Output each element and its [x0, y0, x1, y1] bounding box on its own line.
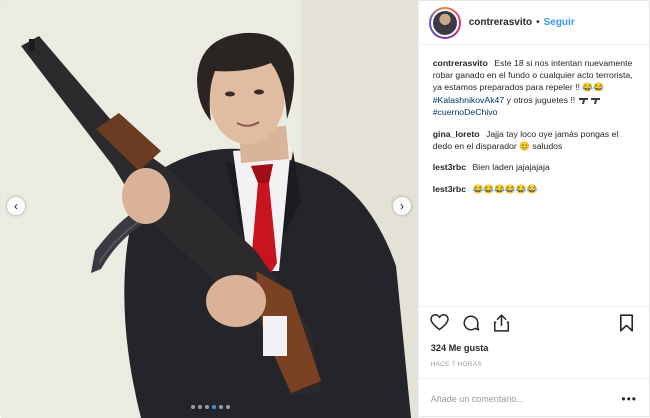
- comment-item: gina_loreto Jajja tay loco oye jamás pon…: [433, 128, 637, 152]
- hashtag-link[interactable]: #KalashnikovAk47: [433, 95, 504, 105]
- post-timestamp[interactable]: HACE 7 HORAS: [419, 353, 649, 368]
- carousel-dot: [218, 405, 223, 409]
- caption-text: y otros juguetes !!: [504, 94, 578, 105]
- header-username[interactable]: contrerasvito: [469, 17, 532, 28]
- hashtag-link[interactable]: #cuernoDeChivo: [433, 107, 498, 117]
- pistol-emoji-icon: [578, 97, 600, 104]
- share-button[interactable]: [491, 312, 513, 334]
- comment-username[interactable]: lest3rbc: [433, 162, 466, 172]
- next-photo-button[interactable]: ›: [393, 197, 411, 215]
- like-button[interactable]: [429, 312, 451, 334]
- carousel-dot: [190, 405, 195, 409]
- caption-username[interactable]: contrerasvito: [433, 58, 488, 68]
- heart-icon: [430, 314, 449, 331]
- action-bar: [418, 306, 649, 338]
- carousel-dot: [225, 405, 230, 409]
- avatar[interactable]: [428, 6, 461, 39]
- carousel-dot: [204, 405, 209, 409]
- add-comment-bar: •••: [418, 378, 649, 418]
- comment-input[interactable]: [430, 393, 611, 404]
- bookmark-icon: [619, 314, 633, 332]
- comment-username[interactable]: lest3rbc: [433, 184, 466, 194]
- photo-illustration: [1, 1, 418, 418]
- more-options-button[interactable]: •••: [621, 392, 637, 406]
- carousel-dot-active: [211, 405, 216, 409]
- comments-list: contrerasvito Este 18 si nos intentan nu…: [419, 45, 649, 306]
- comment-icon: [463, 314, 479, 330]
- header-separator: •: [536, 17, 540, 28]
- carousel-indicator: [1, 405, 418, 409]
- post-photo[interactable]: ‹ ›: [1, 1, 418, 418]
- save-button[interactable]: [615, 312, 637, 334]
- comment-text: Bien laden jajajajaja: [472, 162, 550, 173]
- avatar-image: [430, 8, 459, 37]
- carousel-dot: [197, 405, 202, 409]
- share-icon: [494, 313, 510, 332]
- instagram-post: ‹ › contrerasvito • Seguir contrerasvito: [0, 0, 650, 418]
- previous-photo-button[interactable]: ‹: [7, 197, 25, 215]
- likes-count[interactable]: 324 Me gusta: [419, 338, 649, 353]
- comment-item: lest3rbc Bien laden jajajajaja: [433, 161, 637, 173]
- comment-text: 😂😂😂😂😂😂: [472, 183, 538, 194]
- comment-username[interactable]: gina_loreto: [433, 129, 480, 139]
- post-side-panel: contrerasvito • Seguir contrerasvito Est…: [417, 1, 649, 418]
- follow-button[interactable]: Seguir: [544, 17, 575, 28]
- caption: contrerasvito Este 18 si nos intentan nu…: [433, 57, 637, 118]
- comment-item: lest3rbc 😂😂😂😂😂😂: [433, 183, 637, 195]
- post-header: contrerasvito • Seguir: [418, 1, 649, 45]
- comment-button[interactable]: [460, 312, 482, 334]
